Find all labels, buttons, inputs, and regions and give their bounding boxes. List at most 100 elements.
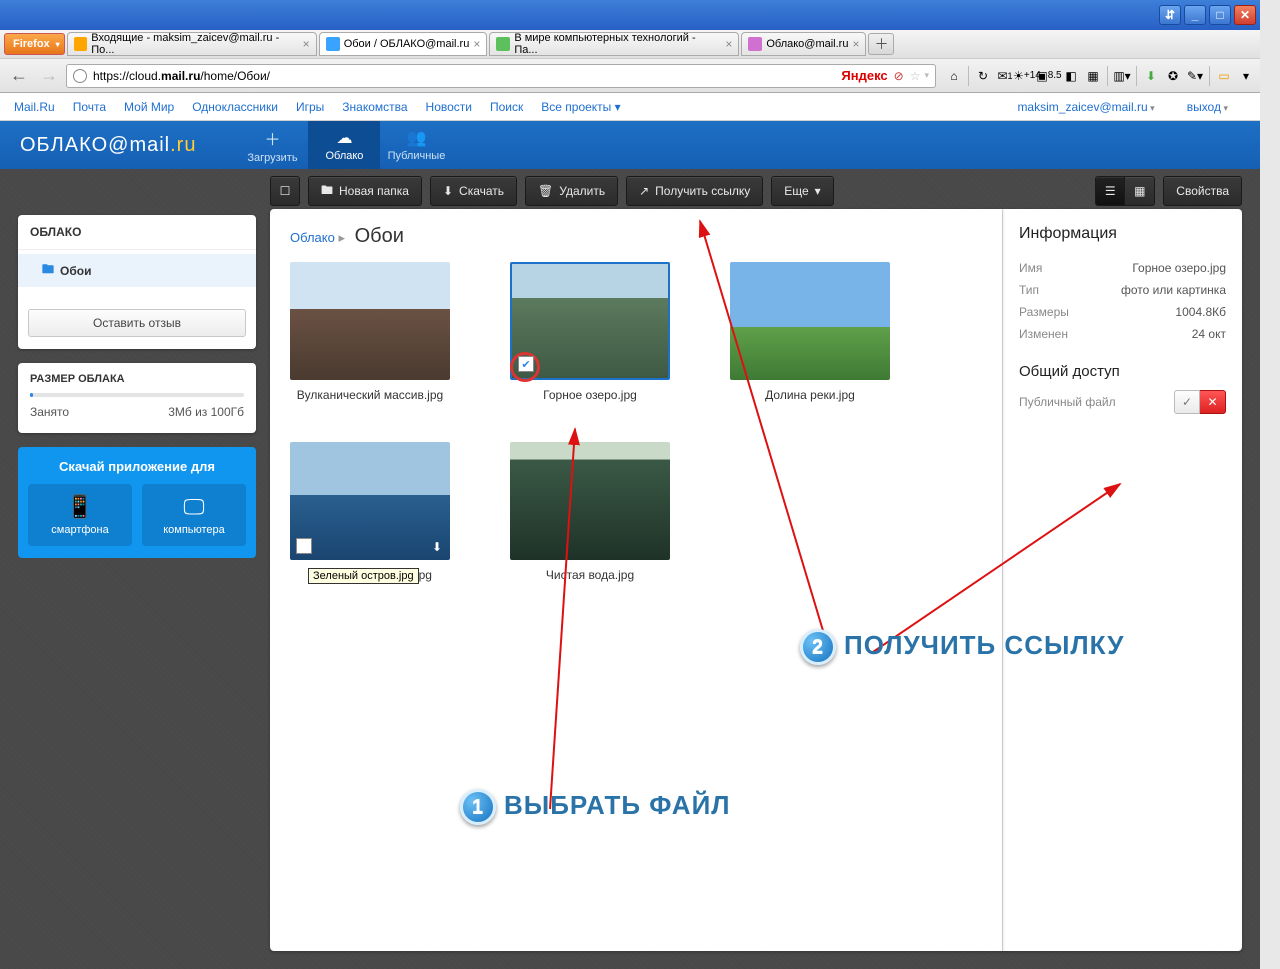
addon-icon[interactable]: ✎▾	[1187, 68, 1203, 84]
toolbar-icons: ⌂ ↻ ✉1 ☀+14 ▣8.5 ◧ ▦ ▥▾ ⬇ ✪ ✎▾ ▭ ▾	[940, 66, 1254, 86]
portal-navbar: Mail.Ru Почта Мой Мир Одноклассники Игры…	[0, 93, 1260, 121]
tree-title: ОБЛАКО	[18, 215, 256, 250]
breadcrumb-current: Обои	[355, 225, 404, 247]
file-checkbox[interactable]	[296, 538, 312, 554]
browser-tabstrip: Firefox Входящие - maksim_zaicev@mail.ru…	[0, 30, 1260, 58]
info-key: Размеры	[1019, 305, 1069, 319]
file-thumbnail[interactable]: ⬇	[290, 442, 450, 560]
file-item[interactable]: ⬇ Зеленый остров.jpgpg	[290, 442, 450, 584]
info-key: Тип	[1019, 283, 1039, 297]
file-checkbox[interactable]: ✔	[518, 356, 534, 372]
bookmark-star-icon[interactable]: ☆	[910, 69, 921, 83]
portal-link[interactable]: Новости	[426, 100, 472, 114]
promo-smartphone[interactable]: 📱смартфона	[28, 484, 132, 546]
firefox-menu-button[interactable]: Firefox	[4, 33, 65, 55]
forward-button[interactable]: →	[36, 65, 62, 86]
portal-link[interactable]: Знакомства	[342, 100, 407, 114]
home-icon[interactable]: ⌂	[946, 68, 962, 84]
window-close-button[interactable]: ✕	[1234, 5, 1256, 25]
portal-link[interactable]: Поиск	[490, 100, 523, 114]
addon-icon[interactable]: ✪	[1165, 68, 1181, 84]
feedback-button[interactable]: Оставить отзыв	[28, 309, 246, 337]
download-icon[interactable]: ⬇	[1143, 68, 1159, 84]
chevron-down-icon: ▾	[815, 184, 821, 198]
tab-close-icon[interactable]: ×	[473, 37, 480, 51]
tab-close-icon[interactable]: ×	[725, 37, 732, 51]
portal-link[interactable]: Почта	[73, 100, 106, 114]
addon-icon[interactable]: ▭	[1216, 68, 1232, 84]
storage-size-box: РАЗМЕР ОБЛАКА Занято 3Мб из 100Гб	[18, 363, 256, 433]
tab-close-icon[interactable]: ×	[852, 37, 859, 51]
file-thumbnail[interactable]: ✔	[510, 262, 670, 380]
block-icon[interactable]: ⊘	[894, 69, 904, 83]
browser-tab[interactable]: Облако@mail.ru ×	[741, 32, 866, 56]
view-grid-button[interactable]: ▦	[1125, 176, 1155, 206]
properties-button[interactable]: Свойства	[1163, 176, 1242, 206]
list-icon: ☰	[1105, 184, 1116, 198]
browser-tab[interactable]: Обои / ОБЛАКО@mail.ru ×	[319, 32, 488, 56]
share-confirm-button[interactable]: ✓	[1174, 390, 1200, 414]
header-tab-upload[interactable]: ＋Загрузить	[236, 121, 308, 169]
file-item[interactable]: Долина реки.jpg	[730, 262, 890, 402]
address-bar[interactable]: https://cloud.mail.ru/home/Обои/ Яндекс …	[66, 64, 936, 88]
file-thumbnail[interactable]	[290, 262, 450, 380]
info-key: Имя	[1019, 261, 1042, 275]
weather-icon[interactable]: ☀+14	[1019, 68, 1035, 84]
addon-icon[interactable]: ▾	[1238, 68, 1254, 84]
file-item[interactable]: Чистая вода.jpg	[510, 442, 670, 584]
checkbox-icon: ☐	[280, 184, 291, 198]
user-menu[interactable]: maksim_zaicev@mail.ru	[1017, 100, 1154, 114]
header-tab-public[interactable]: 👥Публичные	[380, 121, 452, 169]
window-maximize-button[interactable]: □	[1209, 5, 1231, 25]
logout-link[interactable]: выход	[1187, 100, 1228, 114]
file-thumbnail[interactable]	[510, 442, 670, 560]
portal-link[interactable]: Игры	[296, 100, 324, 114]
download-icon: ⬇	[443, 184, 453, 198]
header-tab-cloud[interactable]: ☁Облако	[308, 121, 380, 169]
tree-item-oboi[interactable]: 🖿 Обои	[18, 254, 256, 287]
portal-link[interactable]: Mail.Ru	[14, 100, 55, 114]
file-item[interactable]: ✔ Горное озеро.jpg	[510, 262, 670, 402]
info-panel: Информация ИмяГорное озеро.jpg Типфото и…	[1002, 209, 1242, 951]
file-name: Горное озеро.jpg	[543, 388, 637, 402]
file-name: Чистая вода.jpg	[546, 568, 634, 582]
get-link-button[interactable]: ↗Получить ссылку	[626, 176, 763, 206]
tab-label: Обои / ОБЛАКО@mail.ru	[344, 38, 470, 50]
file-item[interactable]: Вулканический массив.jpg	[290, 262, 450, 402]
new-folder-button[interactable]: 🖿Новая папка	[308, 176, 422, 206]
select-all-checkbox[interactable]: ☐	[270, 176, 300, 206]
download-icon[interactable]: ⬇	[432, 540, 442, 554]
view-list-button[interactable]: ☰	[1095, 176, 1125, 206]
breadcrumb-root[interactable]: Облако	[290, 230, 335, 245]
rating-icon[interactable]: ▣8.5	[1041, 68, 1057, 84]
addon-icon[interactable]: ▦	[1085, 68, 1101, 84]
new-tab-button[interactable]: ＋	[868, 33, 894, 55]
promo-desktop[interactable]: 🖵компьютера	[142, 484, 246, 546]
download-button[interactable]: ⬇Скачать	[430, 176, 517, 206]
tooltip: Зеленый остров.jpg	[308, 568, 419, 584]
portal-link-projects[interactable]: Все проекты ▾	[541, 100, 620, 114]
delete-button[interactable]: 🗑Удалить	[525, 176, 618, 206]
info-value: 24 окт	[1192, 327, 1226, 341]
browser-tab[interactable]: В мире компьютерных технологий - Па... ×	[489, 32, 739, 56]
portal-link[interactable]: Одноклассники	[192, 100, 278, 114]
tab-close-icon[interactable]: ×	[303, 37, 310, 51]
addon-icon[interactable]: ◧	[1063, 68, 1079, 84]
breadcrumb: Облако ▸ Обои	[290, 225, 982, 248]
addon-icon[interactable]: ▥▾	[1114, 68, 1130, 84]
mail-icon[interactable]: ✉1	[997, 68, 1013, 84]
browser-tab[interactable]: Входящие - maksim_zaicev@mail.ru - По...…	[67, 32, 317, 56]
portal-link[interactable]: Мой Мир	[124, 100, 174, 114]
back-button[interactable]: ←	[6, 65, 32, 86]
window-minimize-button[interactable]: _	[1184, 5, 1206, 25]
more-button[interactable]: Еще▾	[771, 176, 833, 206]
window-extra-button[interactable]: ⇵	[1159, 5, 1181, 25]
favicon-icon	[748, 37, 762, 51]
cloud-logo[interactable]: ОБЛАКО@mail.ru	[20, 134, 196, 157]
share-label: Публичный файл	[1019, 395, 1116, 409]
dropdown-icon[interactable]: ▾	[924, 70, 929, 81]
share-remove-button[interactable]: ✕	[1200, 390, 1226, 414]
size-used-value: 3Мб из 100Гб	[168, 405, 244, 419]
file-thumbnail[interactable]	[730, 262, 890, 380]
reload-icon[interactable]: ↻	[975, 68, 991, 84]
